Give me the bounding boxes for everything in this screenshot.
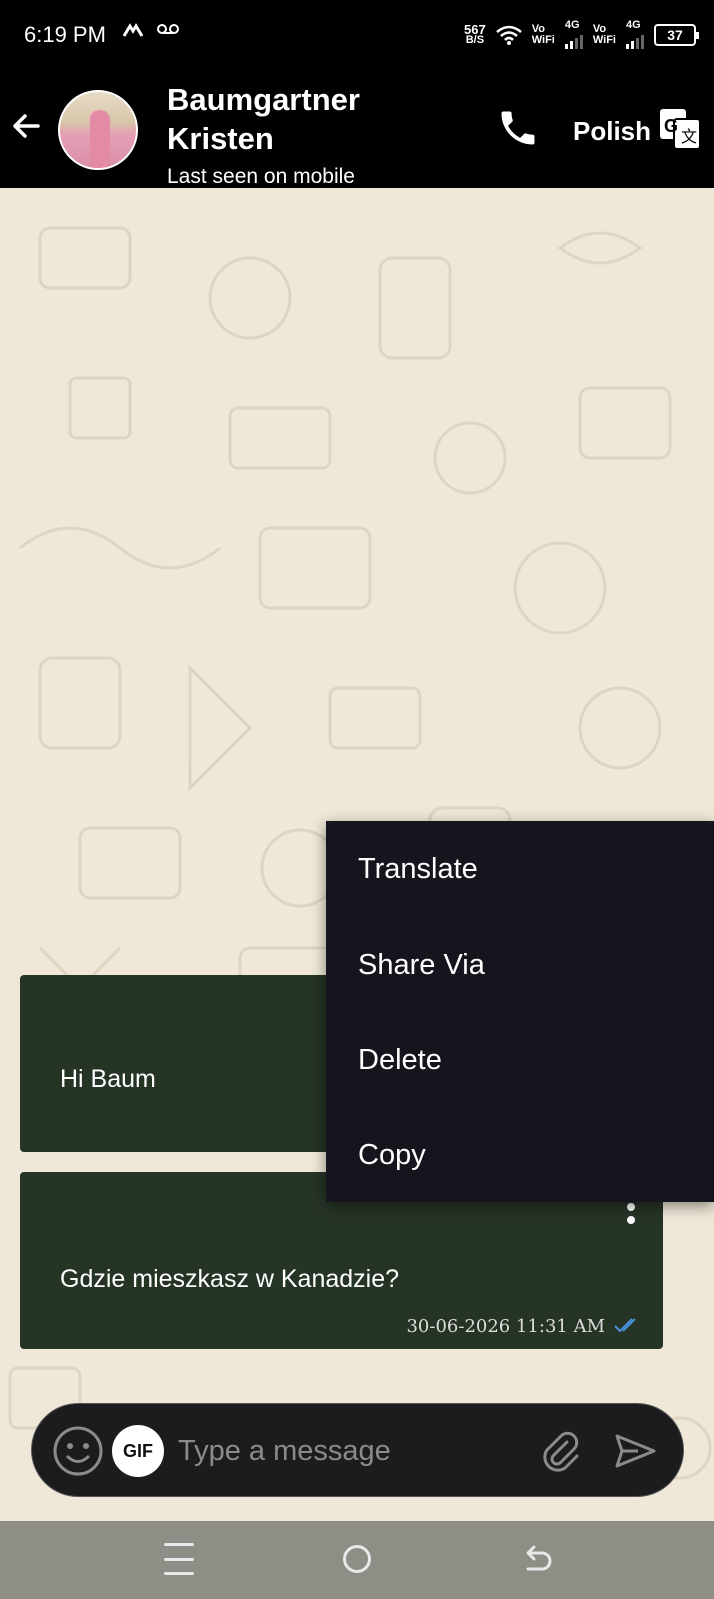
avatar[interactable]: [58, 90, 138, 170]
menu-item-translate[interactable]: Translate: [326, 821, 714, 918]
signal-bars-icon: [564, 31, 583, 49]
svg-text:G: G: [664, 116, 678, 136]
sim1-signal: 4G: [564, 20, 583, 49]
paperclip-icon[interactable]: [537, 1428, 583, 1474]
sim2-signal: 4G: [626, 20, 644, 49]
gif-button[interactable]: GIF: [112, 1425, 164, 1477]
chat-header: Baumgartner Kristen Last seen on mobile …: [0, 70, 714, 188]
phone-icon[interactable]: [496, 106, 540, 150]
status-time: 6:19 PM: [24, 22, 106, 47]
battery-icon: 37: [654, 23, 699, 46]
wifi-icon: [495, 25, 522, 45]
back-arrow-icon[interactable]: [8, 108, 44, 144]
menu-item-share-via[interactable]: Share Via: [326, 918, 714, 1013]
context-menu: Translate Share Via Delete Copy: [326, 821, 714, 1202]
network-speed: 567 B/S: [464, 21, 486, 46]
home-icon[interactable]: [343, 1545, 371, 1573]
contact-name[interactable]: Baumgartner Kristen: [167, 80, 437, 158]
nav-back-icon[interactable]: [520, 1543, 554, 1577]
status-bar: 6:19 PM 567 B/S Vo WiFi 4G Vo WiFi 4G 37: [0, 0, 714, 70]
message-text: Gdzie mieszkasz w Kanadzie?: [60, 1265, 400, 1293]
svg-text:文: 文: [681, 127, 697, 146]
voicemail-icon: [157, 24, 179, 34]
read-receipt-icon: [614, 1318, 636, 1333]
message-input[interactable]: [178, 1424, 518, 1478]
notification-icons: [122, 22, 180, 40]
message-composer: GIF: [31, 1403, 684, 1497]
system-indicators: 567 B/S Vo WiFi 4G Vo WiFi 4G 37: [464, 20, 699, 49]
language-selector[interactable]: Polish: [573, 116, 651, 147]
emoji-icon[interactable]: [52, 1425, 104, 1477]
sim2-vowifi-label: Vo WiFi: [592, 22, 616, 46]
signal-bars-icon: [626, 31, 644, 49]
menu-item-delete[interactable]: Delete: [326, 1013, 714, 1108]
message-text: Hi Baum: [60, 1065, 156, 1093]
app-notification-icon: [122, 23, 144, 37]
menu-item-copy[interactable]: Copy: [326, 1108, 714, 1203]
message-timestamp: 30-06-2026 11:31 AM: [406, 1316, 605, 1337]
google-translate-icon[interactable]: G 文: [659, 108, 701, 150]
send-icon[interactable]: [612, 1428, 658, 1474]
recent-apps-icon[interactable]: [164, 1543, 194, 1575]
last-seen-status: Last seen on mobile: [167, 165, 355, 188]
sim1-vowifi-label: Vo WiFi: [531, 22, 555, 46]
system-navigation-bar: [0, 1521, 714, 1599]
